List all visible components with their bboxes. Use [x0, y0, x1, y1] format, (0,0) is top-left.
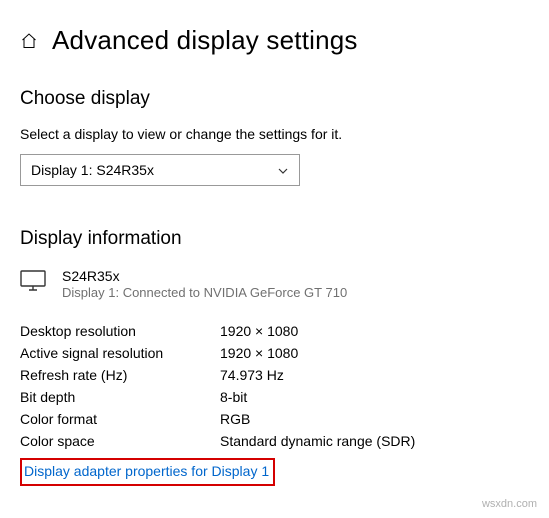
display-info-table: Desktop resolution 1920 × 1080 Active si…	[20, 320, 529, 452]
display-select-value: Display 1: S24R35x	[31, 162, 154, 178]
info-label: Bit depth	[20, 389, 220, 405]
watermark: wsxdn.com	[482, 498, 537, 510]
info-label: Active signal resolution	[20, 345, 220, 361]
home-icon[interactable]	[20, 32, 38, 50]
info-value: 74.973 Hz	[220, 367, 284, 383]
info-value: 1920 × 1080	[220, 323, 298, 339]
table-row: Active signal resolution 1920 × 1080	[20, 342, 529, 364]
table-row: Refresh rate (Hz) 74.973 Hz	[20, 364, 529, 386]
monitor-connection: Display 1: Connected to NVIDIA GeForce G…	[62, 285, 347, 300]
info-value: 8-bit	[220, 389, 247, 405]
info-label: Desktop resolution	[20, 323, 220, 339]
table-row: Color space Standard dynamic range (SDR)	[20, 430, 529, 452]
info-value: RGB	[220, 411, 250, 427]
display-info-title: Display information	[20, 228, 529, 250]
info-label: Refresh rate (Hz)	[20, 367, 220, 383]
table-row: Color format RGB	[20, 408, 529, 430]
info-label: Color space	[20, 433, 220, 449]
adapter-properties-link[interactable]: Display adapter properties for Display 1	[24, 463, 269, 479]
info-value: 1920 × 1080	[220, 345, 298, 361]
choose-display-title: Choose display	[20, 88, 529, 110]
table-row: Bit depth 8-bit	[20, 386, 529, 408]
highlighted-link-box: Display adapter properties for Display 1	[20, 458, 275, 486]
info-label: Color format	[20, 411, 220, 427]
monitor-icon	[20, 270, 48, 297]
chevron-down-icon	[277, 164, 289, 176]
choose-display-description: Select a display to view or change the s…	[20, 126, 529, 142]
info-value: Standard dynamic range (SDR)	[220, 433, 415, 449]
monitor-name: S24R35x	[62, 268, 347, 284]
page-title: Advanced display settings	[52, 25, 358, 56]
display-select[interactable]: Display 1: S24R35x	[20, 154, 300, 186]
table-row: Desktop resolution 1920 × 1080	[20, 320, 529, 342]
